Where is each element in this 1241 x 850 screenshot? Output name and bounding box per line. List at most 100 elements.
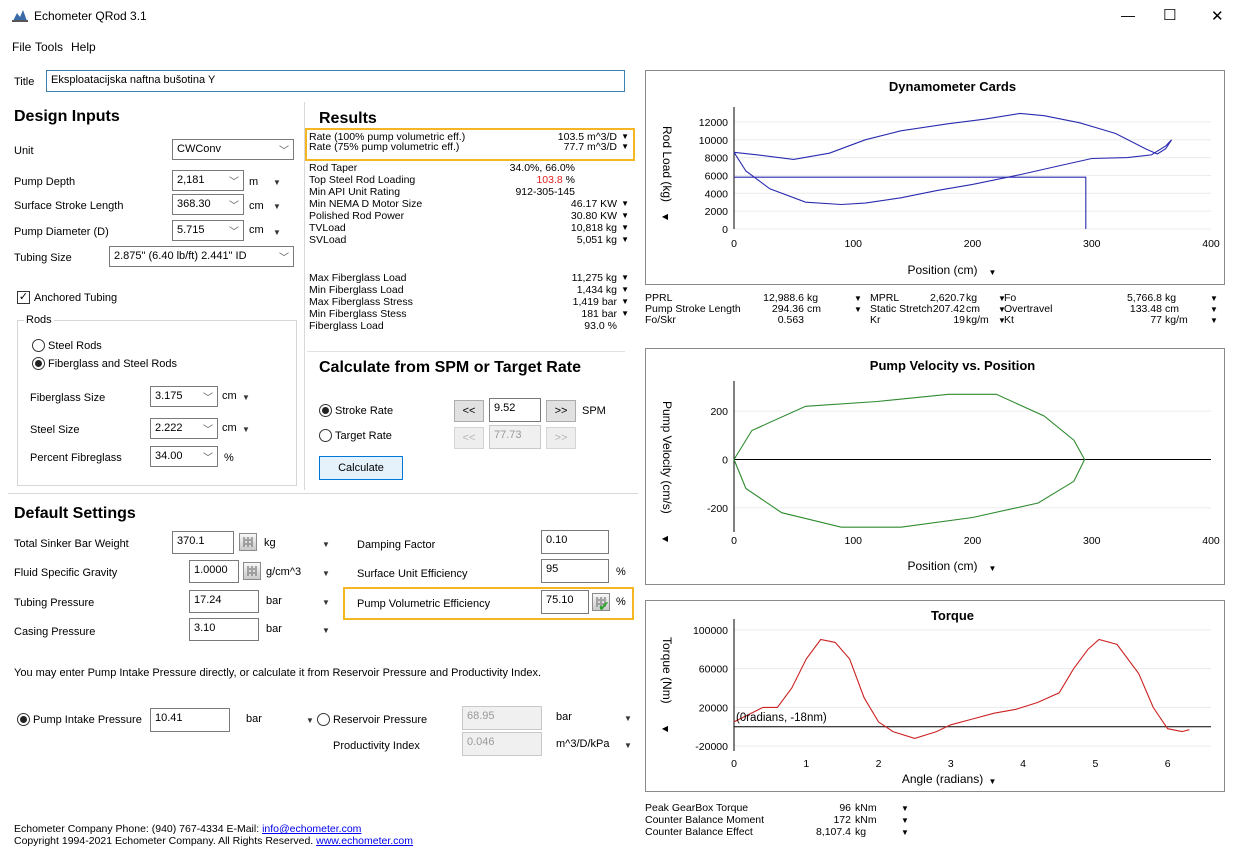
unit-dropdown-icon[interactable]: ▼	[306, 716, 314, 725]
unit-select[interactable]: CWConv ﹀	[172, 139, 294, 160]
unit-dropdown-icon[interactable]: ▼	[621, 211, 629, 221]
unit-dropdown-icon[interactable]: ▼	[621, 273, 629, 283]
stroke-length-label: Surface Stroke Length	[14, 200, 124, 212]
fluid-sg-input[interactable]: 1.0000	[189, 560, 239, 583]
unit-dropdown-icon[interactable]: ▼	[621, 199, 629, 209]
y-tick-label: 10000	[699, 135, 728, 147]
unit-dropdown-icon[interactable]: ▼	[1210, 315, 1218, 326]
unit-dropdown-icon[interactable]: ▼	[901, 803, 909, 814]
unit-dropdown-icon[interactable]: ▼	[242, 425, 250, 434]
result-label: SVLoad	[309, 234, 347, 246]
unit-dropdown-icon[interactable]: ▼	[621, 223, 629, 233]
axis-dropdown-icon[interactable]: ▼	[989, 564, 997, 573]
reservoir-pressure-input[interactable]: 68.95	[462, 706, 542, 730]
pump-efficiency-input[interactable]: 75.10	[541, 590, 589, 614]
result-value: 103.8 %	[536, 175, 575, 186]
result-row: Top Steel Rod Loading 103.8 %	[309, 175, 631, 186]
target-rate-increase-button[interactable]: >>	[546, 427, 576, 449]
surface-efficiency-input[interactable]: 95	[541, 559, 609, 583]
unit-dropdown-icon[interactable]: ▼	[901, 815, 909, 826]
calculate-button[interactable]: Calculate	[319, 456, 403, 480]
axis-dropdown-icon[interactable]: ◀	[662, 212, 669, 221]
fluid-sg-unit: g/cm^3	[266, 566, 302, 578]
fiberglass-size-input[interactable]: 3.175 ﹀	[150, 386, 218, 407]
maximize-icon[interactable]: ☐	[1163, 6, 1176, 24]
dynamometer-chart[interactable]: Dynamometer Cards Rod Load (kg) ◀ Position …	[646, 71, 1224, 284]
tubing-pressure-input[interactable]: 17.24	[189, 590, 259, 613]
result-row: Min Fiberglass Stess 181 bar ▼	[309, 309, 631, 320]
unit-dropdown-icon[interactable]: ▼	[624, 741, 632, 750]
stroke-rate-increase-button[interactable]: >>	[546, 400, 576, 422]
stat-value: 96	[839, 802, 851, 814]
steel-size-input[interactable]: 2.222 ﹀	[150, 418, 218, 439]
fiberglass-size-label: Fiberglass Size	[30, 392, 106, 404]
unit-dropdown-icon[interactable]: ▼	[854, 293, 862, 304]
result-label: Polished Rod Power	[309, 210, 405, 222]
percent-fiberglass-input[interactable]: 34.00 ﹀	[150, 446, 218, 467]
minimize-icon[interactable]: —	[1121, 7, 1135, 23]
fiberglass-steel-radio[interactable]	[32, 357, 45, 370]
reservoir-pressure-radio[interactable]	[317, 713, 330, 726]
unit-dropdown-icon[interactable]: ▼	[322, 569, 330, 578]
unit-dropdown-icon[interactable]: ▼	[624, 714, 632, 723]
calculator-icon[interactable]	[243, 562, 261, 580]
result-label: Rod Taper	[309, 162, 358, 174]
unit-dropdown-icon[interactable]: ▼	[273, 228, 281, 237]
steel-rods-radio[interactable]	[32, 339, 45, 352]
target-rate-radio[interactable]	[319, 429, 332, 442]
target-rate-decrease-button[interactable]: <<	[454, 427, 484, 449]
torque-chart[interactable]: Torque Torque (Nm) ◀ Angle (radians) ▼ 100000…	[646, 601, 1224, 791]
stroke-rate-input[interactable]: 9.52	[489, 398, 541, 422]
y-tick-label: 4000	[705, 188, 729, 200]
pump-intake-radio[interactable]	[17, 713, 30, 726]
email-link[interactable]: info@echometer.com	[262, 823, 361, 835]
unit-dropdown-icon[interactable]: ▼	[273, 178, 281, 187]
unit-dropdown-icon[interactable]: ▼	[273, 202, 281, 211]
menu-tools[interactable]: Tools	[35, 40, 63, 54]
y-tick-label: 0	[722, 224, 728, 236]
tubing-size-select[interactable]: 2.875" (6.40 lb/ft) 2.441" ID ﹀	[109, 246, 294, 267]
unit-dropdown-icon[interactable]: ▼	[322, 626, 330, 635]
x-tick-label: 2	[876, 758, 882, 770]
unit-dropdown-icon[interactable]: ▼	[621, 285, 629, 295]
unit-dropdown-icon[interactable]: ▼	[1210, 293, 1218, 304]
website-link[interactable]: www.echometer.com	[316, 835, 413, 847]
unit-dropdown-icon[interactable]: ▼	[621, 235, 629, 245]
stroke-rate-radio[interactable]	[319, 404, 332, 417]
productivity-index-input[interactable]: 0.046	[462, 732, 542, 756]
sinker-weight-input[interactable]: 370.1	[172, 531, 234, 554]
damping-factor-input[interactable]: 0.10	[541, 530, 609, 554]
target-rate-input[interactable]: 77.73	[489, 425, 541, 449]
menu-file[interactable]: File	[12, 40, 31, 54]
axis-dropdown-icon[interactable]: ◀	[662, 724, 669, 733]
unit-dropdown-icon[interactable]: ▼	[322, 540, 330, 549]
result-row: Min API Unit Rating 912-305-145	[309, 187, 631, 198]
pump-intake-input[interactable]: 10.41	[150, 708, 230, 732]
unit-dropdown-icon[interactable]: ▼	[1210, 304, 1218, 315]
velocity-chart[interactable]: Pump Velocity vs. Position Pump Velocity …	[646, 349, 1224, 584]
axis-dropdown-icon[interactable]: ◀	[662, 534, 669, 543]
unit-dropdown-icon[interactable]: ▼	[242, 393, 250, 402]
unit-dropdown-icon[interactable]: ▼	[854, 304, 862, 315]
pump-depth-input[interactable]: 2,181 ﹀	[172, 170, 244, 191]
unit-dropdown-icon[interactable]: ▼	[621, 142, 629, 152]
stroke-length-input[interactable]: 368.30 ﹀	[172, 194, 244, 215]
close-icon[interactable]: ✕	[1211, 7, 1224, 25]
title-input[interactable]: Eksploatacijska naftna bušotina Y	[46, 70, 625, 92]
anchored-tubing-checkbox[interactable]: ✓	[17, 291, 30, 304]
axis-dropdown-icon[interactable]: ▼	[989, 268, 997, 277]
menu-help[interactable]: Help	[71, 40, 96, 54]
casing-pressure-input[interactable]: 3.10	[189, 618, 259, 641]
stroke-rate-decrease-button[interactable]: <<	[454, 400, 484, 422]
unit-dropdown-icon[interactable]: ▼	[621, 309, 629, 319]
unit-dropdown-icon[interactable]: ▼	[322, 598, 330, 607]
tubing-size-value: 2.875" (6.40 lb/ft) 2.441" ID	[114, 250, 247, 262]
velocity-chart-panel: Pump Velocity vs. Position Pump Velocity …	[645, 348, 1225, 585]
axis-dropdown-icon[interactable]: ▼	[989, 777, 997, 786]
pump-diameter-input[interactable]: 5.715 ﹀	[172, 220, 244, 241]
unit-dropdown-icon[interactable]: ▼	[621, 132, 629, 142]
unit-dropdown-icon[interactable]: ▼	[621, 297, 629, 307]
unit-dropdown-icon[interactable]: ▼	[901, 827, 909, 838]
result-value: 30.80 KW	[570, 210, 617, 222]
calculator-icon[interactable]	[239, 533, 257, 551]
